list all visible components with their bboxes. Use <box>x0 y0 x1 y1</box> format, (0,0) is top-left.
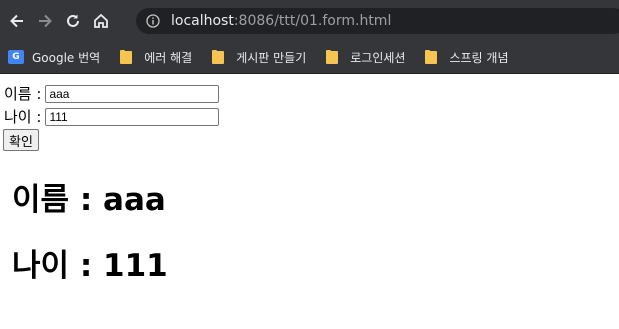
url-host: localhost <box>171 13 234 29</box>
back-arrow-icon[interactable] <box>6 10 28 32</box>
bookmark-board[interactable]: 게시판 만들기 <box>208 49 306 66</box>
age-input[interactable] <box>45 107 220 126</box>
bookmark-label: Google 번역 <box>32 50 101 65</box>
bookmark-label: 게시판 만들기 <box>236 50 307 65</box>
bookmark-google-translate[interactable]: G Google 번역 <box>8 49 100 66</box>
forward-arrow-icon[interactable] <box>34 10 56 32</box>
info-icon[interactable] <box>145 13 161 29</box>
folder-icon <box>120 50 133 64</box>
bookmark-label: 로그인세션 <box>350 50 406 65</box>
folder-icon <box>212 50 225 64</box>
name-label: 이름 : <box>4 85 42 103</box>
reload-icon[interactable] <box>62 10 84 32</box>
name-row: 이름 : <box>4 83 220 104</box>
home-icon[interactable] <box>90 10 112 32</box>
bookmarks-bar: G Google 번역 에러 해결 게시판 만들기 로그인세션 스프링 개념 <box>0 41 619 74</box>
google-translate-icon: G <box>8 50 24 64</box>
submit-button[interactable]: 확인 <box>3 129 39 151</box>
result-name-heading: 이름 : aaa <box>12 182 166 218</box>
age-label: 나이 : <box>4 108 42 126</box>
bookmark-login-session[interactable]: 로그인세션 <box>322 49 405 66</box>
bookmark-error-fix[interactable]: 에러 해결 <box>116 49 192 66</box>
address-bar[interactable]: localhost:8086/ttt/01.form.html <box>136 8 619 34</box>
bookmark-spring[interactable]: 스프링 개념 <box>421 49 508 66</box>
name-input[interactable] <box>45 84 220 103</box>
age-row: 나이 : <box>4 106 220 127</box>
folder-icon <box>326 50 339 64</box>
folder-icon <box>425 50 438 64</box>
bookmark-label: 스프링 개념 <box>449 50 509 65</box>
url-path: :8086/ttt/01.form.html <box>233 13 392 29</box>
bookmark-label: 에러 해결 <box>144 50 193 65</box>
url-text: localhost:8086/ttt/01.form.html <box>171 13 391 29</box>
browser-toolbar: localhost:8086/ttt/01.form.html <box>0 0 619 41</box>
result-age-heading: 나이 : 111 <box>12 248 168 284</box>
